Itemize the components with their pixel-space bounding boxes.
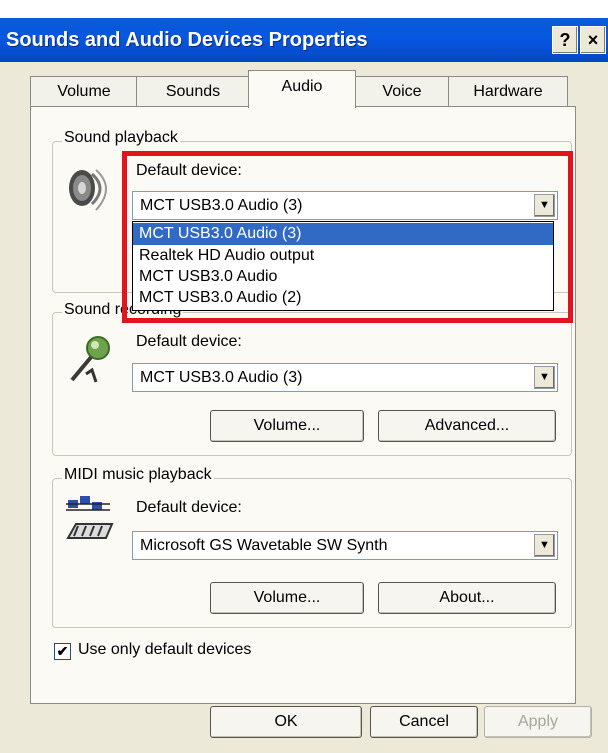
use-default-devices-label[interactable]: Use only default devices xyxy=(78,641,251,659)
use-default-devices-checkbox[interactable]: ✔ xyxy=(54,643,71,660)
midi-volume-button[interactable]: Volume... xyxy=(210,582,364,614)
tab-voice[interactable]: Voice xyxy=(354,76,450,107)
recording-volume-button[interactable]: Volume... xyxy=(210,410,364,442)
midi-device-value: Microsoft GS Wavetable SW Synth xyxy=(140,537,388,554)
recording-device-select[interactable]: MCT USB3.0 Audio (3) ▼ xyxy=(132,363,558,392)
chevron-down-icon[interactable]: ▼ xyxy=(534,534,555,557)
window-title: Sounds and Audio Devices Properties xyxy=(6,29,368,51)
ok-button[interactable]: OK xyxy=(210,706,362,738)
tab-volume[interactable]: Volume xyxy=(30,76,138,107)
tab-sounds[interactable]: Sounds xyxy=(136,76,250,107)
microphone-icon xyxy=(70,336,110,383)
midi-device-select[interactable]: Microsoft GS Wavetable SW Synth ▼ xyxy=(132,531,558,560)
sound-playback-label: Sound playback xyxy=(62,129,180,147)
tab-audio[interactable]: Audio xyxy=(248,70,356,108)
close-button[interactable]: × xyxy=(580,26,606,54)
midi-playback-label: MIDI music playback xyxy=(62,466,214,484)
tab-hardware[interactable]: Hardware xyxy=(448,76,568,107)
midi-keyboard-icon xyxy=(66,496,114,539)
speaker-icon xyxy=(69,169,107,211)
apply-button[interactable]: Apply xyxy=(484,706,592,738)
midi-about-button[interactable]: About... xyxy=(378,582,556,614)
recording-advanced-button[interactable]: Advanced... xyxy=(378,410,556,442)
title-bar[interactable]: Sounds and Audio Devices Properties ? × xyxy=(0,18,608,62)
recording-device-value: MCT USB3.0 Audio (3) xyxy=(140,369,303,386)
highlight-box xyxy=(122,151,573,323)
help-button[interactable]: ? xyxy=(552,26,578,54)
chevron-down-icon[interactable]: ▼ xyxy=(534,366,555,389)
cancel-button[interactable]: Cancel xyxy=(370,706,478,738)
recording-default-device-label: Default device: xyxy=(136,333,242,350)
midi-default-device-label: Default device: xyxy=(136,499,242,516)
